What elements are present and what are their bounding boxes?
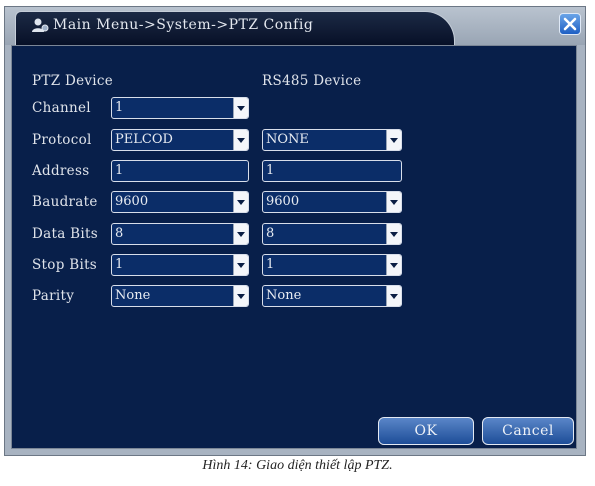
- ptz-stop-bits-select[interactable]: 1: [111, 254, 249, 276]
- chevron-down-icon: [233, 130, 248, 150]
- channel-label: Channel: [32, 100, 91, 116]
- address-label: Address: [32, 163, 90, 179]
- ptz-stop-bits-value: 1: [115, 257, 124, 272]
- close-icon: [563, 17, 577, 31]
- rs485-address-input[interactable]: 1: [262, 160, 402, 182]
- figure-caption: Hình 14: Giao diện thiết lập PTZ.: [202, 458, 393, 473]
- channel-select[interactable]: 1: [111, 97, 249, 119]
- rs485-baudrate-value: 9600: [266, 194, 300, 209]
- rs485-stop-bits-select[interactable]: 1: [262, 254, 402, 276]
- ptz-baudrate-value: 9600: [115, 194, 149, 209]
- rs485-device-heading: RS485 Device: [262, 73, 362, 89]
- baudrate-label: Baudrate: [32, 194, 98, 210]
- rs485-data-bits-value: 8: [266, 226, 275, 241]
- ptz-protocol-select[interactable]: PELCOD: [111, 129, 249, 151]
- chevron-down-icon: [233, 192, 248, 212]
- ptz-parity-value: None: [115, 288, 151, 303]
- chevron-down-icon: [233, 255, 248, 275]
- rs485-baudrate-select[interactable]: 9600: [262, 191, 402, 213]
- title-bar: Main Menu->System->PTZ Config: [5, 7, 585, 45]
- chevron-down-icon: [233, 286, 248, 306]
- chevron-down-icon: [386, 130, 401, 150]
- chevron-down-icon: [386, 192, 401, 212]
- ptz-device-heading: PTZ Device: [32, 73, 114, 89]
- ptz-address-value: 1: [115, 163, 124, 178]
- rs485-protocol-value: NONE: [266, 132, 309, 147]
- protocol-label: Protocol: [32, 132, 92, 148]
- close-button[interactable]: [559, 13, 581, 35]
- ptz-protocol-value: PELCOD: [115, 132, 173, 147]
- chevron-down-icon: [386, 286, 401, 306]
- data-bits-label: Data Bits: [32, 226, 98, 242]
- rs485-address-value: 1: [266, 163, 275, 178]
- rs485-stop-bits-value: 1: [266, 257, 275, 272]
- rs485-protocol-select[interactable]: NONE: [262, 129, 402, 151]
- ok-button[interactable]: OK: [378, 417, 474, 445]
- channel-value: 1: [115, 100, 124, 115]
- chevron-down-icon: [233, 98, 248, 118]
- user-gear-icon: [31, 17, 49, 33]
- window-title: Main Menu->System->PTZ Config: [53, 17, 314, 33]
- ptz-data-bits-select[interactable]: 8: [111, 223, 249, 245]
- stop-bits-label: Stop Bits: [32, 257, 98, 273]
- chevron-down-icon: [386, 224, 401, 244]
- rs485-parity-select[interactable]: None: [262, 285, 402, 307]
- ptz-parity-select[interactable]: None: [111, 285, 249, 307]
- rs485-data-bits-select[interactable]: 8: [262, 223, 402, 245]
- ptz-config-window: Main Menu->System->PTZ Config PTZ Device…: [4, 6, 586, 456]
- ptz-address-input[interactable]: 1: [111, 160, 249, 182]
- chevron-down-icon: [386, 255, 401, 275]
- ptz-data-bits-value: 8: [115, 226, 124, 241]
- config-panel: PTZ Device RS485 Device Channel 1 Protoc…: [11, 45, 577, 449]
- chevron-down-icon: [233, 224, 248, 244]
- ptz-baudrate-select[interactable]: 9600: [111, 191, 249, 213]
- rs485-parity-value: None: [266, 288, 302, 303]
- parity-label: Parity: [32, 288, 75, 304]
- cancel-button[interactable]: Cancel: [482, 417, 574, 445]
